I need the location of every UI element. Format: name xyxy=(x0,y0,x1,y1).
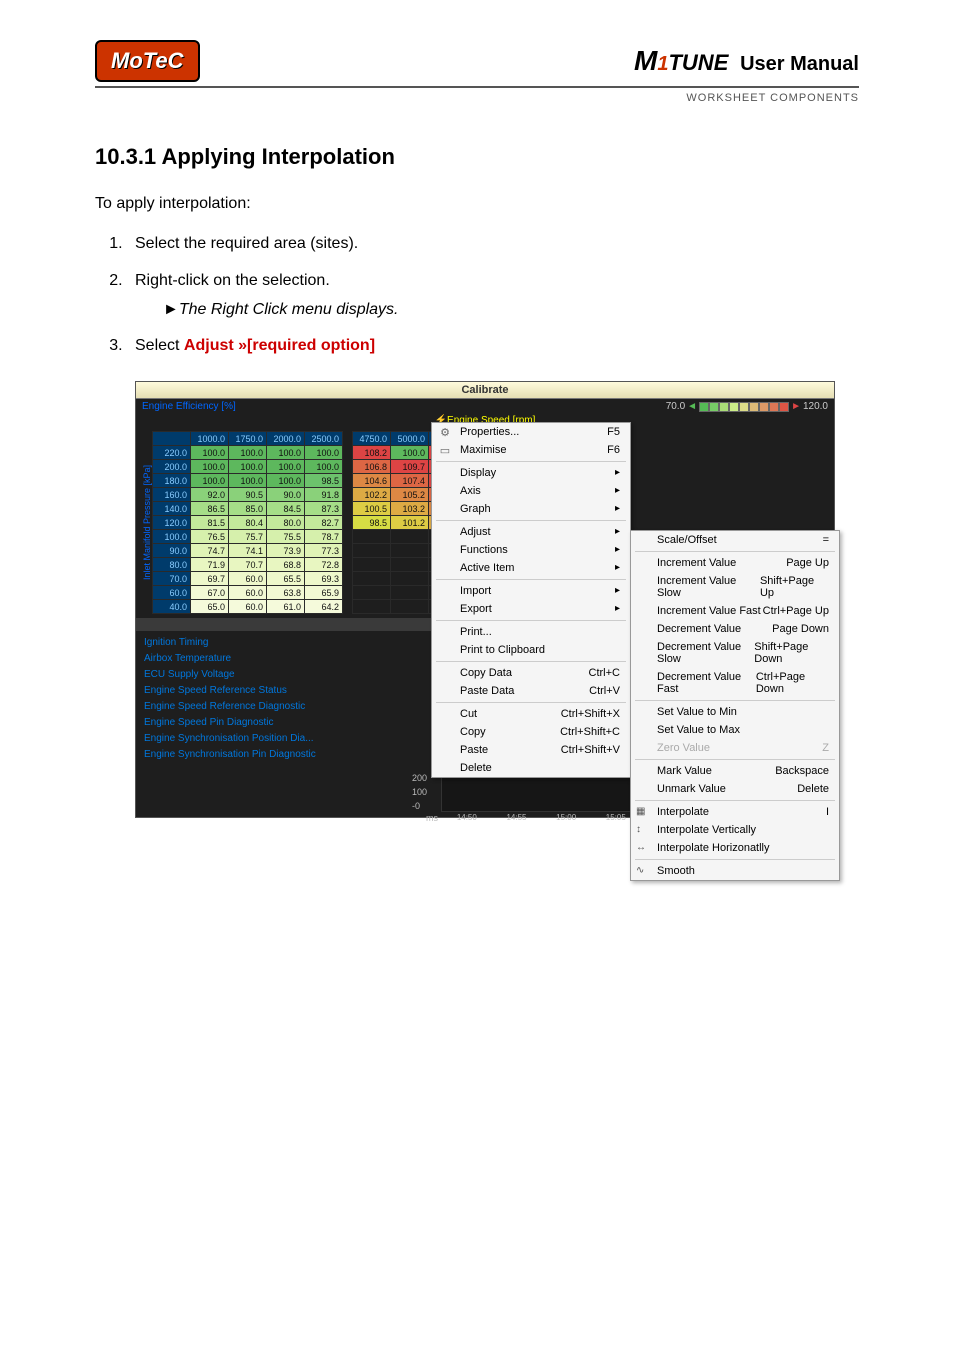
ctx-item[interactable]: Delete xyxy=(432,759,630,777)
sub-item[interactable]: Zero ValueZ xyxy=(631,739,839,757)
sub-item[interactable]: Set Value to Min xyxy=(631,703,839,721)
sub-item[interactable]: ↔Interpolate Horizonatlly xyxy=(631,839,839,857)
ctx-item[interactable]: Functions xyxy=(432,541,630,559)
ctx-item[interactable]: Axis xyxy=(432,482,630,500)
sub-item[interactable]: Increment Value FastCtrl+Page Up xyxy=(631,602,839,620)
section-heading: 10.3.1 Applying Interpolation xyxy=(95,144,859,170)
step-2-result: ►The Right Click menu displays. xyxy=(163,296,859,325)
screenshot-calibrate: Calibrate Engine Efficiency [%] 70.0 ◄ ►… xyxy=(135,381,835,818)
step-2: Right-click on the selection. ►The Right… xyxy=(127,267,859,325)
sub-item[interactable]: Decrement Value SlowShift+Page Down xyxy=(631,638,839,668)
ctx-item[interactable]: Adjust xyxy=(432,523,630,541)
steps-list: Select the required area (sites). Right-… xyxy=(95,230,859,361)
ctx-item[interactable]: ⚙Properties...F5 xyxy=(432,423,630,441)
ctx-item[interactable]: Active Item xyxy=(432,559,630,577)
ctx-item[interactable]: Print to Clipboard xyxy=(432,641,630,659)
sub-item[interactable]: Scale/Offset= xyxy=(631,531,839,549)
efficiency-scale: 70.0 ◄ ► 120.0 xyxy=(666,401,828,412)
sub-item[interactable]: Decrement Value FastCtrl+Page Down xyxy=(631,668,839,698)
efficiency-label: Engine Efficiency [%] xyxy=(142,401,236,412)
sub-item[interactable]: ∿Smooth xyxy=(631,862,839,880)
ctx-item[interactable]: CopyCtrl+Shift+C xyxy=(432,723,630,741)
sub-item[interactable]: ▦InterpolateI xyxy=(631,803,839,821)
sub-item[interactable]: Increment ValuePage Up xyxy=(631,554,839,572)
y-axis-label: Inlet Manifold Pressure [kPa] xyxy=(140,431,152,614)
sub-item[interactable]: Set Value to Max xyxy=(631,721,839,739)
motec-logo: MoTeC xyxy=(95,40,200,82)
sub-item[interactable]: Increment Value SlowShift+Page Up xyxy=(631,572,839,602)
ctx-item[interactable]: CutCtrl+Shift+X xyxy=(432,705,630,723)
header-right: M1TUNE User Manual xyxy=(634,45,859,77)
step-1: Select the required area (sites). xyxy=(127,230,859,259)
sub-item[interactable]: Decrement ValuePage Down xyxy=(631,620,839,638)
sub-header: WORKSHEET COMPONENTS xyxy=(95,92,859,104)
ctx-item[interactable]: Paste DataCtrl+V xyxy=(432,682,630,700)
sub-item[interactable]: ↕Interpolate Vertically xyxy=(631,821,839,839)
ctx-item[interactable]: PasteCtrl+Shift+V xyxy=(432,741,630,759)
ctx-item[interactable]: Display xyxy=(432,464,630,482)
ctx-item[interactable]: Graph xyxy=(432,500,630,518)
ctx-item[interactable]: Print... xyxy=(432,623,630,641)
step-3: Select Adjust »[required option] xyxy=(127,332,859,361)
ctx-item[interactable]: Import xyxy=(432,582,630,600)
window-title: Calibrate xyxy=(136,382,834,399)
ctx-item[interactable]: ▭MaximiseF6 xyxy=(432,441,630,459)
ctx-item[interactable]: Copy DataCtrl+C xyxy=(432,664,630,682)
context-menu[interactable]: ⚙Properties...F5▭MaximiseF6 DisplayAxisGr… xyxy=(431,422,631,778)
adjust-submenu[interactable]: Scale/Offset=Increment ValuePage UpIncre… xyxy=(630,530,840,881)
ctx-item[interactable]: Export xyxy=(432,600,630,618)
sub-item[interactable]: Unmark ValueDelete xyxy=(631,780,839,798)
intro-text: To apply interpolation: xyxy=(95,192,859,216)
sub-item[interactable]: Mark ValueBackspace xyxy=(631,762,839,780)
